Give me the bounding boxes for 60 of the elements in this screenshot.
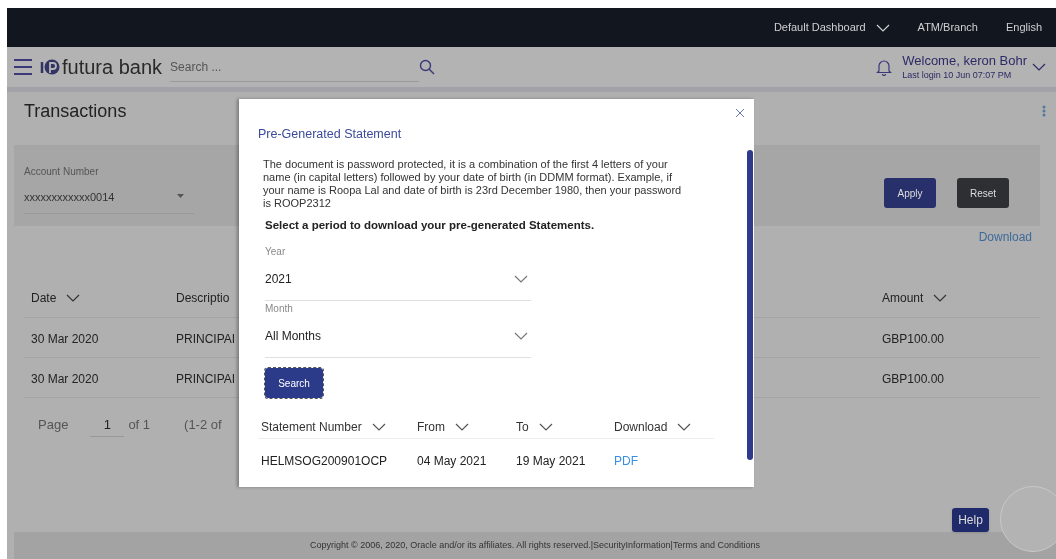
chevron-down-icon [514,332,528,340]
column-header[interactable]: Amount [882,288,924,307]
top-bar-link[interactable]: Default Dashboard [773,19,866,36]
sort-icon [371,423,386,431]
page-range: (1-2 of [184,416,222,435]
bell-icon[interactable] [876,58,893,76]
table-cell: GBP100.00 [882,371,945,386]
column-header[interactable]: From [417,418,445,436]
close-icon[interactable] [735,108,745,118]
chevron-down-icon [875,23,890,32]
reset-button[interactable]: Reset [957,178,1009,208]
field-label: Account Number [24,165,100,179]
search-button[interactable]: Search [265,368,323,398]
page-number-field[interactable]: 1 [90,413,125,437]
brand-name: futura bank [62,57,163,77]
table-cell: PRINCIPAI [176,371,236,386]
chevron-down-icon [1032,63,1046,71]
search-field[interactable]: Search ... [170,52,420,82]
sort-icon [933,293,948,302]
welcome-text[interactable]: Welcome, keron Bohr [902,51,1027,69]
account-select[interactable]: xxxxxxxxxxxx0014 [24,189,194,214]
apply-button[interactable]: Apply [884,178,936,208]
field-label: Month [265,302,294,315]
top-bar-link[interactable]: English [1005,19,1042,36]
table-cell: HELMSOG200901OCP [261,454,388,468]
table-cell: 19 May 2021 [516,454,586,468]
page-label: Page [38,416,69,435]
column-header[interactable]: Download [614,418,668,436]
table-cell: PRINCIPAI [176,331,236,346]
chevron-down-icon [514,275,528,283]
copyright-text: Copyright © 2006, 2020, Oracle and/or its affiliates. All rights reserved.|SecurityInformation|Terms and Conditions [310,538,760,552]
dropdown-field[interactable]: All Months [265,315,531,358]
dropdown-field[interactable]: 2021 [265,258,531,301]
table-cell: 30 Mar 2020 [31,331,99,346]
password-note: The document is password protected, it is a combination of the first 4 letters of your name (in capital letters) followed by your date of birth (in DDMM format). Example, if your name is Roopa Lal and date of birth is 23rd December 1980, then your password is ROOP2312 [263,157,683,210]
last-login-text: Last login 10 Jun 07:07 PM [902,68,1013,82]
column-header[interactable]: Descriptio [176,288,230,307]
column-header[interactable]: To [516,418,529,436]
logo-icon [40,57,60,77]
field-label: Year [265,245,287,258]
help-button[interactable]: Help [952,508,989,532]
sort-icon [538,423,553,431]
instruction-text: Select a period to download your pre-generated Statements. [265,217,596,233]
dialog-title: Pre-Generated Statement [258,126,403,143]
table-cell: GBP100.00 [882,331,945,346]
sort-icon [677,423,692,431]
top-bar-link[interactable]: ATM/Branch [917,19,978,36]
caret-icon [177,194,184,198]
sort-icon [455,423,469,431]
column-header[interactable]: Date [31,288,57,307]
search-icon[interactable] [419,59,436,75]
table-cell: 04 May 2021 [417,454,487,468]
sort-icon [66,293,81,302]
page-title: Transactions [24,99,127,123]
page-count: of 1 [128,416,151,435]
menu-icon[interactable] [13,58,33,76]
column-header[interactable]: Statement Number [261,418,362,436]
scrollbar-thumb[interactable] [747,150,753,460]
table-cell: 30 Mar 2020 [31,371,99,386]
kebab-menu-icon[interactable] [1042,105,1046,117]
